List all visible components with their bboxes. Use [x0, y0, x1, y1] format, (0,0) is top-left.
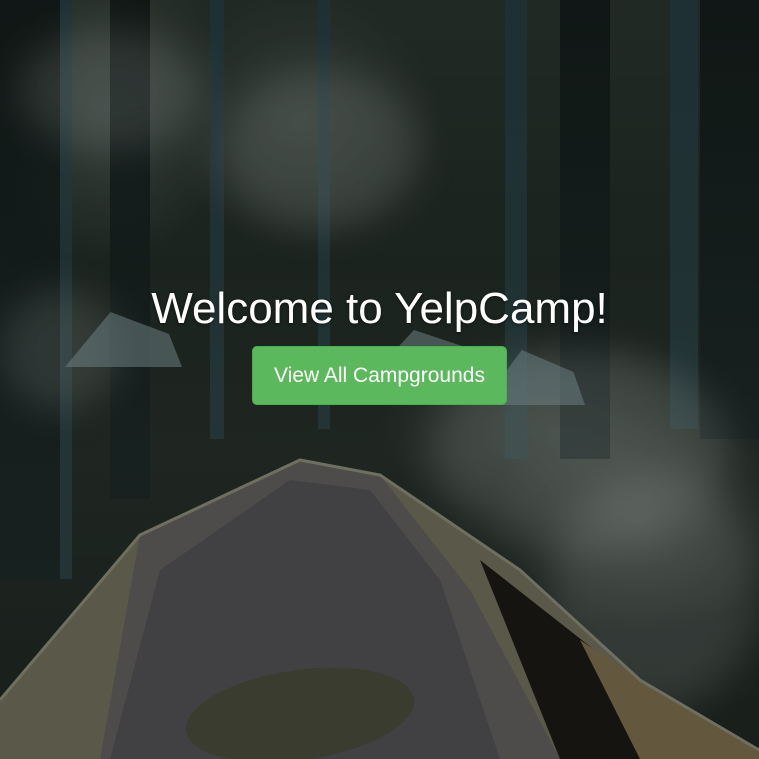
view-all-campgrounds-button[interactable]: View All Campgrounds: [252, 346, 507, 405]
page-title: Welcome to YelpCamp!: [151, 284, 608, 333]
hero-section: Welcome to YelpCamp! View All Campground…: [0, 280, 759, 405]
landing-page: Welcome to YelpCamp! View All Campground…: [0, 0, 759, 759]
